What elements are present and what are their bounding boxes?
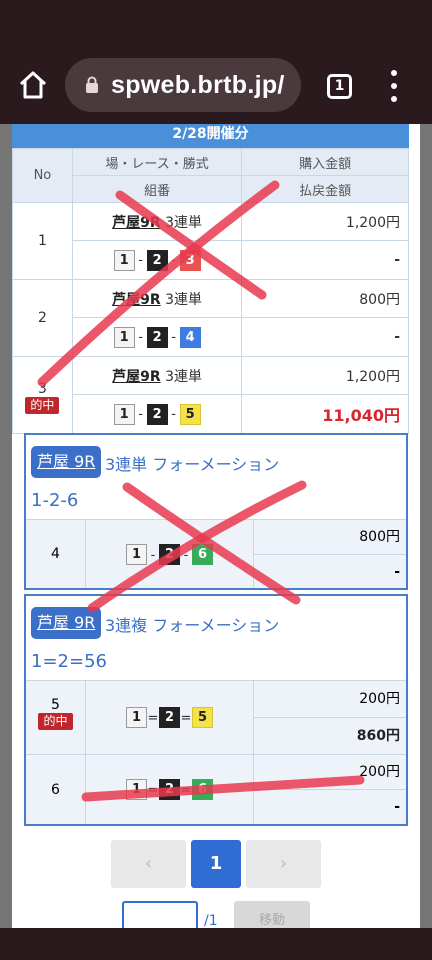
hit-badge: 的中 (25, 396, 60, 414)
row-no: 2 (12, 279, 73, 357)
boat-number: 2 (146, 249, 168, 271)
browser-toolbar: spweb.brtb.jp/ 1 (0, 46, 432, 124)
bet-type: 3連単 (165, 291, 203, 308)
bet-table: No 場・レース・勝式 購入金額 組番 払戻金額 1 芦屋9R 3連単 1,20… (12, 148, 409, 434)
table-row: 2 芦屋9R 3連単 800円 (12, 279, 409, 357)
page-1-button[interactable]: 1 (191, 840, 241, 888)
boat-number: 1 (126, 544, 147, 565)
payout-amount: 860円 (356, 728, 400, 744)
url-text: spweb.brtb.jp/ (111, 71, 285, 99)
purchase-amount: 800円 (241, 279, 409, 318)
payout-amount: - (394, 799, 400, 815)
boat-number: 2 (146, 403, 168, 425)
page-number-input[interactable] (122, 901, 198, 928)
boat-number: 6 (192, 544, 213, 565)
jump-button[interactable]: 移動 (234, 901, 310, 928)
row-no: 6 (26, 755, 86, 824)
race-link[interactable]: 芦屋9R (112, 292, 161, 308)
date-header: 2/28開催分 (12, 124, 409, 148)
bet-type: 3連単 (165, 214, 203, 231)
combo-cell: 1 = 2 = 6 (86, 755, 254, 824)
table-row: 6 1 = 2 = 6 200円 - (26, 754, 406, 824)
table-row: 5 的中 1 = 2 = 5 200円 860円 (26, 680, 406, 754)
race-link[interactable]: 芦屋9R (112, 215, 161, 231)
combo-cell: 1-2-5 (71, 394, 243, 434)
race-tag[interactable]: 芦屋 9R (31, 446, 102, 478)
table-row: 4 1-2-6 800円 - (26, 519, 406, 588)
home-icon[interactable] (16, 68, 50, 102)
boat-number: 6 (192, 779, 213, 800)
formation-type: 3連複 フォーメーション (105, 616, 280, 635)
formation-box: 芦屋 9R 3連単 フォーメーション 1-2-6 4 1-2-6 800円 - (24, 433, 408, 590)
race-link[interactable]: 芦屋9R (112, 369, 161, 385)
boat-number: 2 (159, 779, 180, 800)
address-bar[interactable]: spweb.brtb.jp/ (65, 58, 301, 112)
purchase-amount: 200円 (254, 681, 406, 718)
row-no: 5 (51, 697, 60, 713)
purchase-amount: 1,200円 (241, 202, 409, 241)
payout-amount: - (241, 240, 409, 280)
boat-number: 2 (159, 544, 180, 565)
combo-cell: 1 = 2 = 5 (86, 681, 254, 754)
col-race-type: 場・レース・勝式 (71, 148, 243, 176)
boat-number: 1 (113, 326, 135, 348)
tabs-button[interactable]: 1 (327, 74, 352, 99)
purchase-amount: 800円 (254, 520, 406, 555)
boat-number: 5 (192, 707, 213, 728)
row-no: 3 (37, 380, 47, 397)
status-bar (0, 0, 432, 46)
combo-cell: 1-2-3 (71, 240, 243, 280)
combo-cell: 1-2-6 (86, 520, 254, 588)
boat-number: 1 (126, 707, 147, 728)
col-combo: 組番 (71, 175, 243, 203)
col-purchase: 購入金額 (241, 148, 409, 176)
boat-number: 5 (179, 403, 201, 425)
page-total: /1 (204, 913, 218, 928)
purchase-amount: 1,200円 (241, 356, 409, 395)
payout-amount: - (394, 564, 400, 580)
purchase-amount: 200円 (254, 755, 406, 790)
page-content: 2/28開催分 No 場・レース・勝式 購入金額 組番 払戻金額 1 芦屋9R … (0, 124, 432, 928)
table-row: 1 芦屋9R 3連単 1,200円 (12, 202, 409, 280)
formation-combo: 1-2-6 (31, 490, 79, 511)
more-menu-icon[interactable] (386, 70, 402, 102)
boat-number: 1 (113, 403, 135, 425)
col-no: No (12, 148, 73, 203)
navigation-bar (0, 928, 432, 960)
row-no: 1 (12, 202, 73, 280)
row-no: 4 (26, 520, 86, 588)
boat-number: 1 (126, 779, 147, 800)
hit-badge: 的中 (38, 713, 73, 730)
race-tag[interactable]: 芦屋 9R (31, 607, 102, 639)
payout-amount: 11,040円 (241, 394, 409, 434)
boat-number: 2 (146, 326, 168, 348)
prev-page-button[interactable]: ‹ (111, 840, 186, 888)
boat-number: 3 (179, 249, 201, 271)
payout-amount: - (241, 317, 409, 357)
table-row: 3 的中 芦屋9R 3連単 1,200円 (12, 356, 409, 434)
next-page-button[interactable]: › (246, 840, 321, 888)
bet-type: 3連単 (165, 368, 203, 385)
formation-combo: 1=2=56 (31, 651, 107, 672)
col-payout: 払戻金額 (241, 175, 409, 203)
formation-type: 3連単 フォーメーション (105, 455, 280, 474)
combo-cell: 1-2-4 (71, 317, 243, 357)
boat-number: 1 (113, 249, 135, 271)
lock-icon (86, 76, 98, 93)
boat-number: 2 (159, 707, 180, 728)
formation-box: 芦屋 9R 3連複 フォーメーション 1=2=56 5 的中 1 = 2 = 5 200… (24, 594, 408, 826)
boat-number: 4 (179, 326, 201, 348)
